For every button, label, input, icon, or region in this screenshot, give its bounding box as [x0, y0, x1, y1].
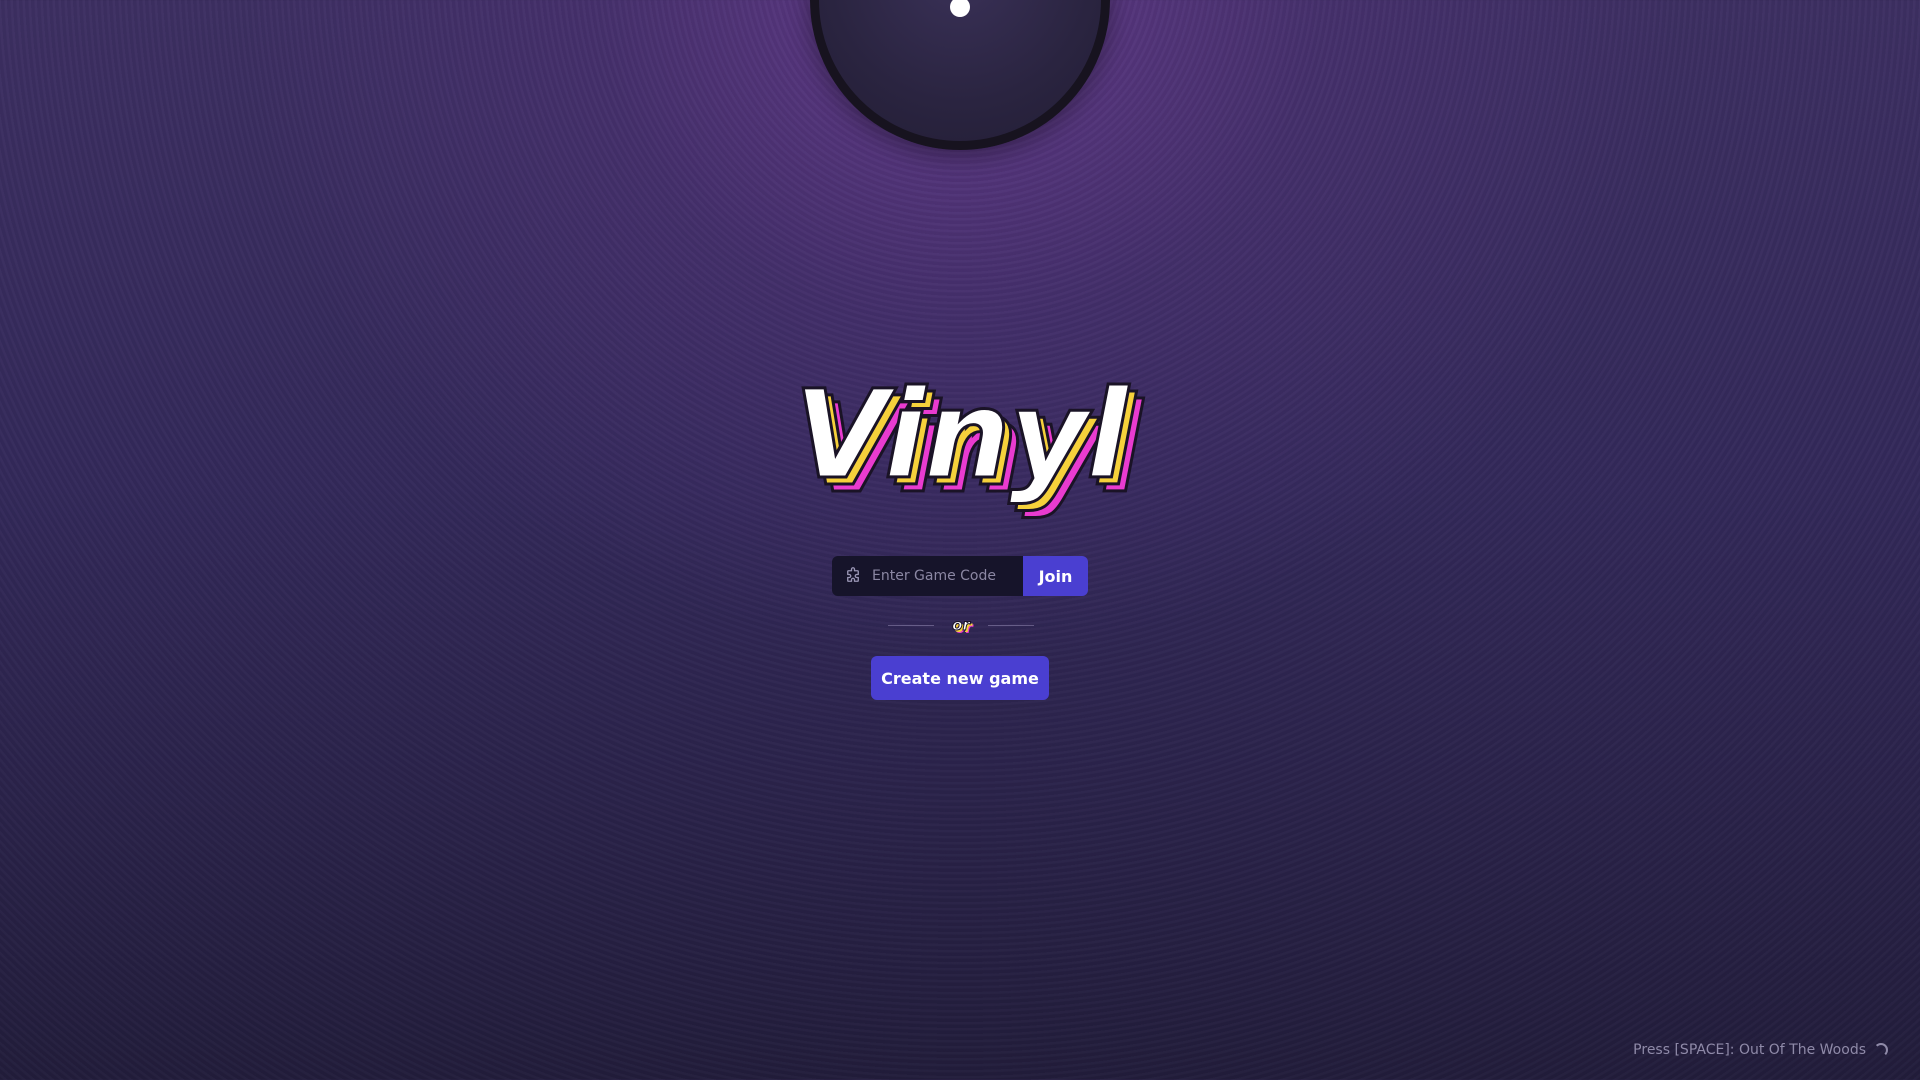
loading-spinner-icon	[1874, 1043, 1888, 1057]
join-button[interactable]: Join	[1023, 556, 1088, 596]
app-logo: Vinyl Vinyl Vinyl	[0, 364, 1920, 525]
logo-text: Vinyl	[792, 364, 1129, 507]
or-divider: or	[888, 614, 1034, 636]
game-code-input[interactable]	[870, 567, 1014, 585]
game-code-field[interactable]	[832, 556, 1023, 596]
or-label: or	[952, 616, 971, 635]
divider-line-left	[888, 624, 934, 626]
vinyl-record	[810, 0, 1110, 150]
record-center-hole	[950, 0, 970, 17]
now-playing-text: Press [SPACE]: Out Of The Woods	[1633, 1042, 1866, 1058]
join-game-form: Join	[832, 556, 1088, 596]
create-new-game-button[interactable]: Create new game	[871, 656, 1049, 700]
puzzle-icon	[847, 567, 859, 582]
divider-line-right	[987, 624, 1034, 626]
now-playing-hint: Press [SPACE]: Out Of The Woods	[1633, 1042, 1888, 1058]
background-grooves	[0, 0, 1920, 1080]
